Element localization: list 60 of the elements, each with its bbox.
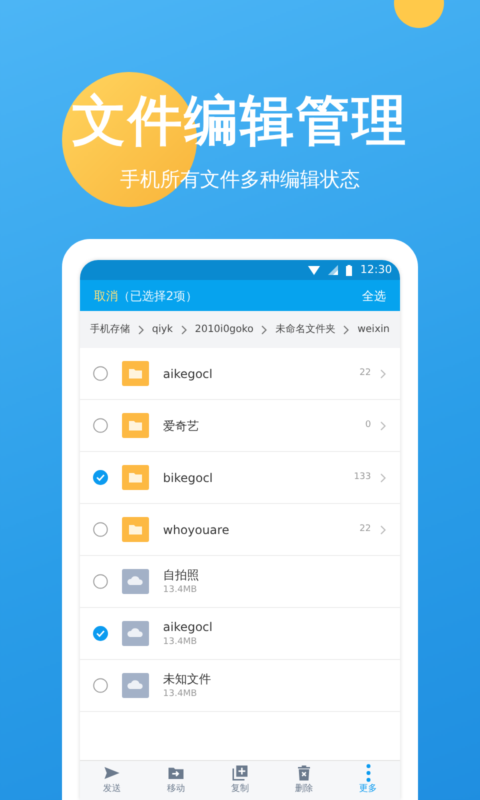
file-name: whoyouare (163, 522, 230, 538)
chevron-icon (261, 324, 268, 334)
item-count: 133 (354, 470, 371, 484)
file-name: bikegocl (163, 470, 213, 486)
chevron-icon (180, 324, 187, 334)
folder-icon (122, 413, 149, 438)
file-name: 爱奇艺 (163, 418, 199, 434)
file-row[interactable]: 未知文件 13.4MB (80, 660, 400, 712)
breadcrumb-item[interactable]: weixin (357, 322, 390, 337)
file-name: 自拍照 (163, 566, 199, 584)
action-button[interactable]: 发送 (80, 761, 144, 800)
signal-icon (328, 265, 338, 275)
unchecked-checkbox[interactable] (93, 366, 108, 381)
unchecked-checkbox[interactable] (93, 418, 108, 433)
chevron-icon (380, 524, 386, 534)
action-button[interactable]: 删除 (272, 761, 336, 800)
chevron-icon (380, 472, 386, 482)
unknown-file-icon (122, 569, 149, 594)
action-button[interactable]: 复制 (208, 761, 272, 800)
file-name: 未知文件 (163, 670, 211, 688)
file-row[interactable]: bikegocl 133 (80, 452, 400, 504)
action-button[interactable]: 移动 (144, 761, 208, 800)
breadcrumb-item[interactable]: 2010i0goko (194, 322, 254, 337)
item-count: 22 (360, 522, 371, 536)
item-count: 22 (360, 366, 371, 380)
chevron-icon (380, 368, 386, 378)
folder-icon (122, 465, 149, 490)
more-icon (366, 764, 370, 782)
copy-icon (231, 764, 249, 782)
selection-count: （已选择2项） (118, 288, 198, 304)
wifi-icon (308, 266, 320, 274)
breadcrumb-item[interactable]: 手机存储 (90, 322, 130, 337)
chevron-icon (138, 324, 144, 334)
checked-checkbox[interactable] (93, 470, 108, 485)
chevron-icon (380, 420, 386, 430)
status-time: 12:30 (360, 262, 392, 278)
file-row[interactable]: 自拍照 13.4MB (80, 556, 400, 608)
file-row[interactable]: aikegocl 13.4MB (80, 608, 400, 660)
file-row[interactable]: 爱奇艺 0 (80, 400, 400, 452)
battery-icon (346, 264, 352, 276)
file-size: 13.4MB (163, 688, 198, 701)
folder-icon (122, 361, 149, 386)
file-name: aikegocl (163, 366, 212, 382)
breadcrumb-item[interactable]: qiyk (152, 322, 173, 337)
trash-icon (295, 764, 313, 782)
file-row[interactable]: whoyouare 22 (80, 504, 400, 556)
item-count: 0 (365, 418, 371, 432)
file-row[interactable]: aikegocl 22 (80, 348, 400, 400)
file-size: 13.4MB (163, 636, 198, 649)
unchecked-checkbox[interactable] (93, 678, 108, 693)
chevron-icon (343, 324, 350, 334)
unknown-file-icon (122, 621, 149, 646)
checked-checkbox[interactable] (93, 626, 108, 641)
file-name: aikegocl (163, 618, 212, 636)
unknown-file-icon (122, 673, 149, 698)
unchecked-checkbox[interactable] (93, 574, 108, 589)
breadcrumb-item[interactable]: 未命名文件夹 (275, 322, 336, 337)
unchecked-checkbox[interactable] (93, 522, 108, 537)
file-size: 13.4MB (163, 584, 198, 597)
folder-icon (122, 517, 149, 542)
